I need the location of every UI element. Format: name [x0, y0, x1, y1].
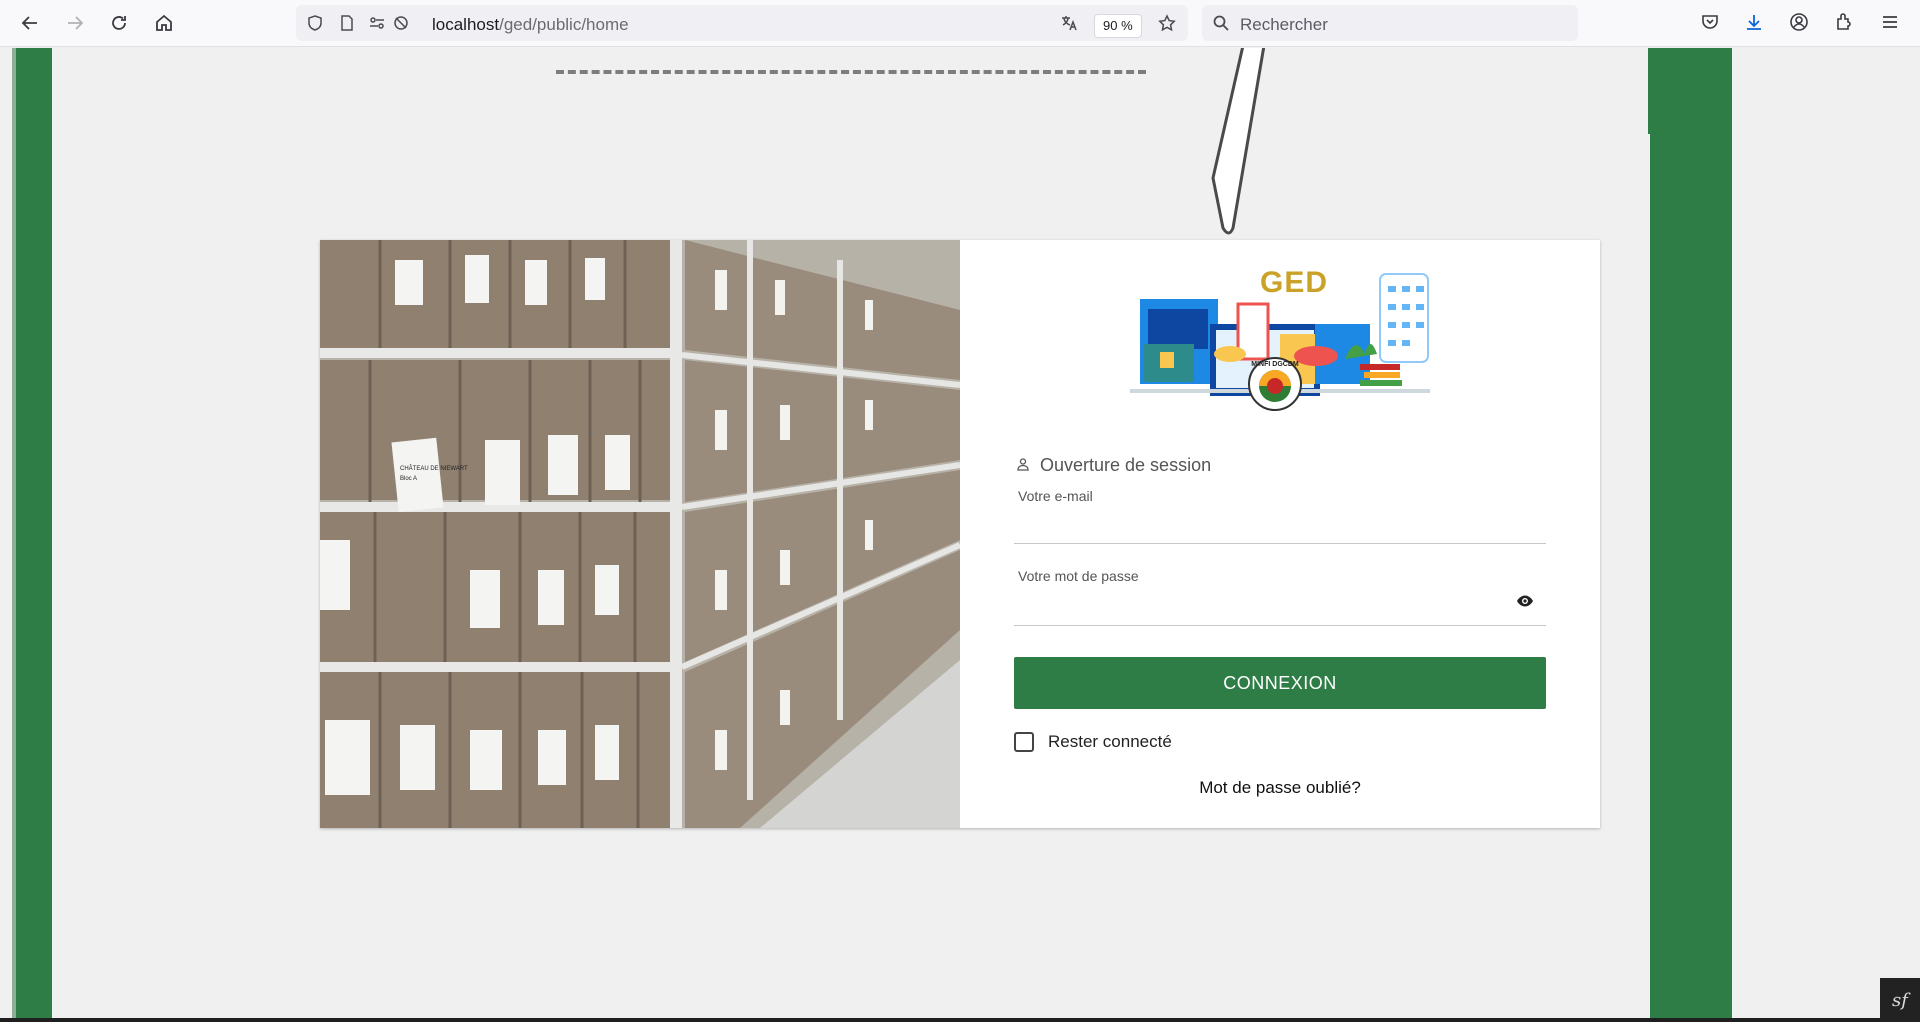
shield-icon[interactable]	[306, 14, 324, 32]
reload-icon[interactable]	[103, 8, 135, 38]
url-text[interactable]: localhost/ged/public/home	[432, 15, 629, 35]
remember-me[interactable]: Rester connecté	[1014, 732, 1172, 752]
back-icon[interactable]	[14, 8, 46, 38]
password-label: Votre mot de passe	[1018, 568, 1139, 584]
forgot-password-link[interactable]: Mot de passe oublié?	[960, 778, 1600, 798]
show-password-icon[interactable]	[1516, 594, 1534, 608]
page-background: CHÂTEAU DE NIEWART Bloc A MINFI DGCDM GE…	[0, 48, 1920, 1022]
decor-tube	[1211, 48, 1266, 235]
pocket-icon[interactable]	[1698, 10, 1722, 34]
decor-green-bar-right	[1650, 48, 1732, 1022]
home-icon[interactable]	[148, 8, 180, 38]
url-host: localhost	[432, 15, 500, 34]
tracking-blocked-icon[interactable]	[392, 14, 410, 32]
email-input[interactable]	[1018, 512, 1498, 530]
password-input[interactable]	[1018, 592, 1498, 610]
logo-title: GED	[1260, 266, 1329, 299]
search-bar[interactable]: Rechercher	[1202, 5, 1578, 41]
download-icon[interactable]	[1742, 10, 1766, 34]
session-heading-text: Ouverture de session	[1040, 455, 1212, 475]
archive-shelves-photo: CHÂTEAU DE NIEWART Bloc A	[320, 240, 960, 828]
email-field: Votre e-mail	[1014, 488, 1546, 544]
translate-icon[interactable]	[1060, 14, 1078, 32]
logo-seal-text: MINFI DGCDM	[1251, 361, 1299, 368]
symfony-debug-badge[interactable]: sf	[1880, 978, 1920, 1022]
connexion-button[interactable]: CONNEXION	[1014, 657, 1546, 709]
remember-checkbox[interactable]	[1014, 732, 1034, 752]
browser-toolbar: localhost/ged/public/home 90 % Recherche…	[0, 0, 1920, 47]
email-label: Votre e-mail	[1018, 488, 1093, 504]
decor-green-bar-left	[16, 48, 52, 1022]
session-heading: Ouverture de session	[1016, 455, 1211, 476]
menu-icon[interactable]	[1878, 10, 1902, 34]
bookmark-star-icon[interactable]	[1158, 14, 1176, 32]
forward-icon[interactable]	[59, 8, 91, 38]
login-card: CHÂTEAU DE NIEWART Bloc A MINFI DGCDM GE…	[320, 240, 1600, 828]
password-field: Votre mot de passe	[1014, 568, 1546, 626]
decor-dashed-line	[556, 70, 1146, 74]
url-path: /ged/public/home	[499, 15, 629, 34]
photo-label-2: Bloc A	[400, 476, 417, 482]
decor-bottom-strip	[0, 1018, 1920, 1022]
zoom-level[interactable]: 90 %	[1094, 14, 1142, 38]
user-icon	[1016, 455, 1030, 476]
permissions-icon[interactable]	[368, 14, 386, 32]
page-icon[interactable]	[338, 14, 356, 32]
extensions-icon[interactable]	[1832, 10, 1856, 34]
photo-label-1: CHÂTEAU DE NIEWART	[400, 465, 468, 472]
account-icon[interactable]	[1787, 10, 1811, 34]
login-form-panel: MINFI DGCDM GED Ouverture de session Vot…	[960, 240, 1600, 828]
url-bar[interactable]: localhost/ged/public/home 90 %	[296, 5, 1188, 41]
search-placeholder: Rechercher	[1240, 15, 1328, 34]
remember-label: Rester connecté	[1048, 732, 1172, 751]
search-icon	[1212, 14, 1230, 32]
